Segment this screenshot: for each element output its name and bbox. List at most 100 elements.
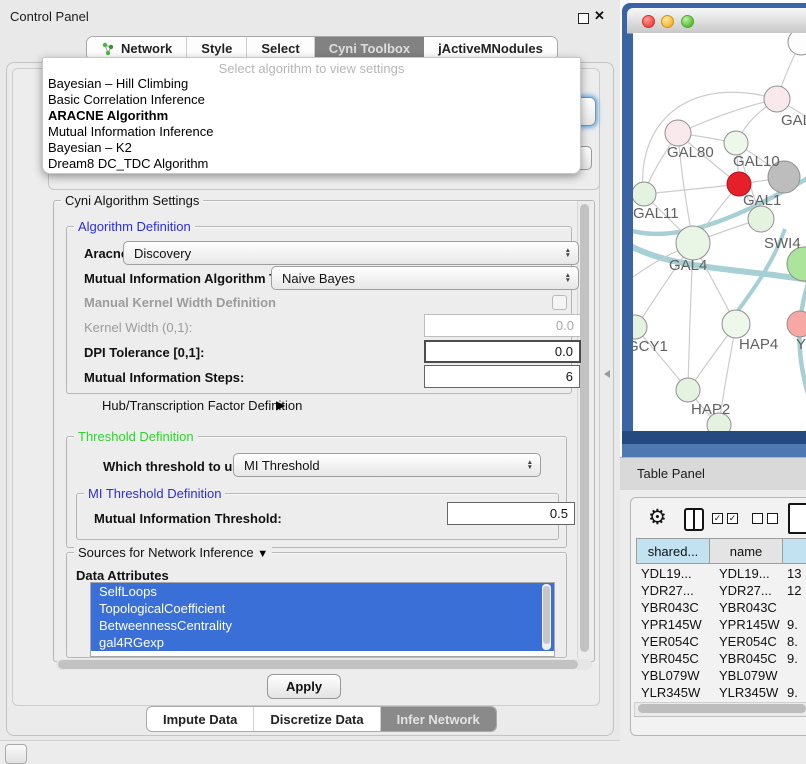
dropdown-item[interactable]: Bayesian – Hill Climbing (43, 76, 580, 92)
cell[interactable]: 9. (787, 684, 806, 701)
cell[interactable]: YBR045C (714, 650, 787, 667)
table-row[interactable]: YBR045CYBR045C9. (636, 650, 806, 667)
manual-kernel-checkbox[interactable] (552, 295, 567, 310)
table-row[interactable]: YPR145WYPR145W9. (636, 616, 806, 633)
column-header-name[interactable]: name (709, 538, 782, 564)
mi-algorithm-type-combo[interactable]: Naive Bayes ▲▼ (271, 266, 579, 290)
tab-label: Style (201, 41, 232, 56)
tab-discretize-data[interactable]: Discretize Data (254, 707, 380, 731)
cell[interactable]: YER054C (714, 633, 787, 650)
dropdown-item-aracne[interactable]: ARACNE Algorithm (43, 108, 580, 124)
attributes-list-scrollbar[interactable] (542, 584, 551, 650)
table-horizontal-scrollbar[interactable] (634, 702, 806, 717)
cell[interactable]: YBL079W (636, 667, 714, 684)
list-item[interactable]: gal4RGexp (91, 634, 554, 651)
control-panel-title: Control Panel (10, 9, 89, 24)
collapse-down-arrow-icon[interactable]: ▼ (257, 548, 268, 560)
tab-infer-network[interactable]: Infer Network (381, 707, 496, 731)
splitpane-collapse-arrow-icon[interactable] (604, 370, 610, 378)
cell[interactable]: YLR345W (636, 684, 714, 701)
checked-checkbox-icon[interactable]: ✓ (712, 513, 723, 524)
table-row[interactable]: YDR27...YDR27...12 (636, 582, 806, 599)
minimize-traffic-light-icon[interactable] (661, 15, 674, 28)
table-row[interactable]: YER054CYER054C8. (636, 633, 806, 650)
node-gal-partial[interactable] (764, 86, 790, 112)
unchecked-checkbox-icon[interactable] (767, 513, 778, 524)
zoom-traffic-light-icon[interactable] (681, 15, 694, 28)
network-window-titlebar[interactable] (627, 8, 806, 34)
cell[interactable] (787, 599, 806, 616)
list-item[interactable]: TopologicalCoefficient (91, 600, 554, 617)
node-gal4[interactable] (676, 226, 710, 260)
unchecked-checkbox-icon[interactable] (752, 513, 763, 524)
cell[interactable]: YPR145W (636, 616, 714, 633)
expand-right-arrow-icon[interactable]: ▶ (276, 398, 285, 412)
list-item[interactable]: BetweennessCentrality (91, 617, 554, 634)
node-gcy1[interactable] (633, 315, 647, 339)
node-partial-top[interactable] (788, 33, 806, 55)
node-hap2[interactable] (676, 378, 700, 402)
table-row[interactable]: YLR345WYLR345W9. (636, 684, 806, 701)
cell[interactable]: YDL19... (714, 565, 787, 582)
scrollbar-thumb[interactable] (638, 704, 806, 713)
node-gal11[interactable] (633, 182, 656, 206)
column-header-shared-name[interactable]: shared... (636, 538, 709, 564)
cell[interactable]: YER054C (636, 633, 714, 650)
table-row[interactable]: YBL079WYBL079W (636, 667, 806, 684)
bottom-left-partial-button[interactable] (5, 744, 27, 764)
dropdown-item[interactable]: Bayesian – K2 (43, 140, 580, 156)
cell[interactable]: YDR27... (636, 582, 714, 599)
cell[interactable]: 12 (787, 582, 806, 599)
settings-horizontal-scrollbar[interactable] (56, 659, 592, 670)
kernel-width-field[interactable]: 0.0 (424, 314, 581, 337)
cell[interactable]: YBR043C (636, 599, 714, 616)
close-traffic-light-icon[interactable] (642, 15, 655, 28)
cell[interactable]: YDL19... (636, 565, 714, 582)
field-value: 6 (566, 369, 573, 384)
settings-vertical-scrollbar[interactable] (577, 201, 592, 658)
network-canvas[interactable]: GAL GAL80 GAL10 GAL1 GAL11 SWI4 GAL4 GCY… (633, 33, 806, 434)
column-header-partial[interactable] (782, 538, 806, 564)
node-gal80[interactable] (665, 120, 691, 146)
cell[interactable]: YDR27... (714, 582, 787, 599)
cell[interactable]: 9. (787, 616, 806, 633)
cell[interactable]: YLR345W (714, 684, 787, 701)
apply-button[interactable]: Apply (267, 674, 341, 699)
node-gal10[interactable] (724, 131, 748, 155)
node-y-partial[interactable] (787, 311, 806, 337)
table-row[interactable]: YDL19...YDL19...13 (636, 565, 806, 582)
tab-impute-data[interactable]: Impute Data (147, 707, 254, 731)
float-window-icon[interactable] (578, 13, 589, 24)
cell[interactable]: YBR043C (714, 599, 787, 616)
table-body: YDL19...YDL19...13 YDR27...YDR27...12 YB… (636, 565, 806, 703)
cell[interactable] (787, 667, 806, 684)
node-hap4[interactable] (722, 310, 750, 338)
cell[interactable]: 9. (787, 650, 806, 667)
scrollbar-thumb[interactable] (580, 204, 589, 652)
split-columns-icon[interactable] (684, 508, 704, 531)
list-item[interactable]: SelfLoops (91, 583, 554, 600)
mi-steps-field[interactable]: 6 (424, 365, 580, 388)
table-row[interactable]: YBR043CYBR043C (636, 599, 806, 616)
partial-document-icon[interactable] (788, 503, 806, 534)
cell[interactable]: YPR145W (714, 616, 787, 633)
scrollbar-thumb[interactable] (58, 660, 578, 669)
dropdown-item[interactable]: Dream8 DC_TDC Algorithm (43, 156, 580, 172)
cell[interactable]: YBL079W (714, 667, 787, 684)
dpi-tolerance-field[interactable]: 0.0 (424, 340, 581, 363)
close-icon[interactable]: ✕ (594, 8, 605, 24)
cell[interactable]: 8. (787, 633, 806, 650)
mi-threshold-field[interactable]: 0.5 (447, 502, 575, 525)
dropdown-item[interactable]: Basic Correlation Inference (43, 92, 580, 108)
dropdown-item[interactable]: Mutual Information Inference (43, 124, 580, 140)
aracne-mode-combo[interactable]: Discovery ▲▼ (123, 241, 579, 265)
cell[interactable]: YBR045C (636, 650, 714, 667)
which-threshold-combo[interactable]: MI Threshold ▲▼ (233, 453, 541, 477)
node-swi4[interactable] (748, 206, 774, 232)
hub-definition-label[interactable]: Hub/Transcription Factor Definition (102, 398, 302, 413)
scrollbar-thumb[interactable] (543, 586, 550, 644)
gear-icon[interactable]: ⚙ (648, 505, 667, 530)
cell[interactable]: 13 (787, 565, 806, 582)
checked-checkbox-icon[interactable]: ✓ (727, 513, 738, 524)
data-attributes-label: Data Attributes (76, 568, 169, 583)
